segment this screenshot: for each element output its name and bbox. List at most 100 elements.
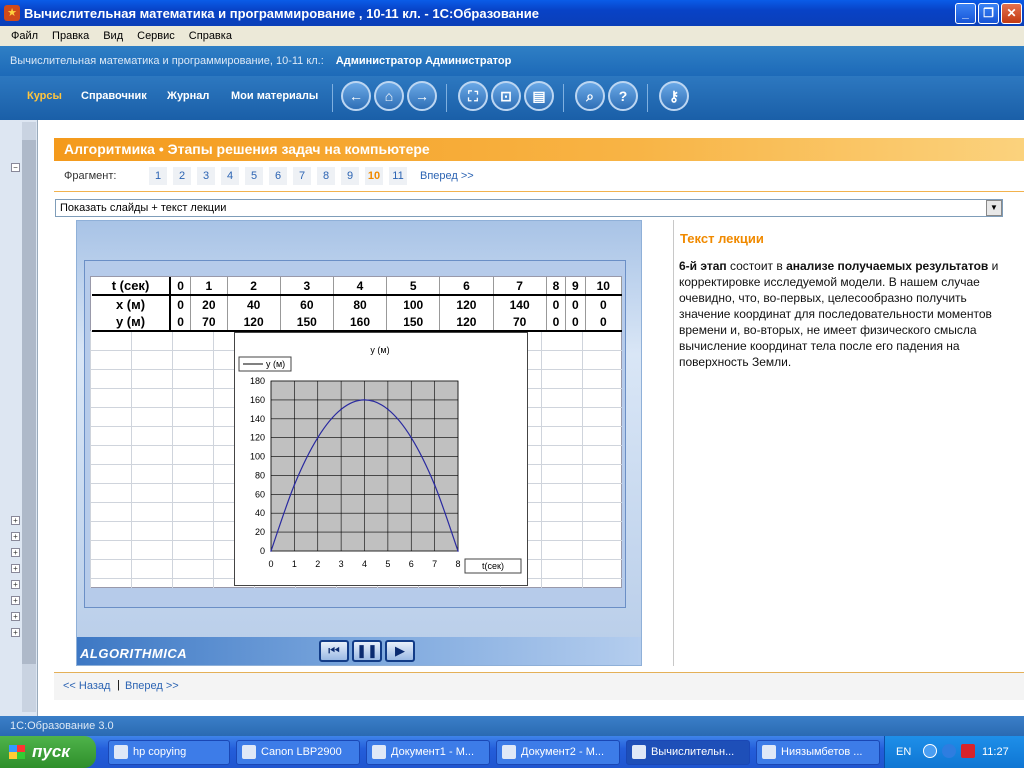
fragment-link-8[interactable]: 8 [317,167,335,185]
table-cell: 0 [170,295,192,313]
prev-link[interactable]: << Назад [63,680,110,692]
legend-label: y (м) [266,359,285,369]
tree-expand-icon[interactable]: + [11,532,20,541]
fragment-link-10[interactable]: 10 [365,167,383,185]
view-mode-select[interactable]: Показать слайды + текст лекции [55,199,1003,217]
menu-bar: Файл Правка Вид Сервис Справка [0,26,1024,46]
status-bar: 1С:Образование 3.0 [0,716,1024,736]
print-icon[interactable]: ▤ [524,81,554,111]
minimize-button[interactable]: _ [955,3,976,24]
x-tick-label: 6 [409,559,414,569]
home-icon[interactable]: ⌂ [374,81,404,111]
y-tick-label: 40 [255,508,265,518]
line-chart: y (м) y (м) 0 1 2 3 4 5 6 7 80204060801001201401… [238,345,522,574]
skip-back-icon[interactable]: ⏮ [319,640,349,662]
forward-arrow-icon[interactable]: → [407,81,437,111]
windows-flag-icon [9,745,25,759]
menu-edit[interactable]: Правка [45,30,96,42]
tree-expand-icon[interactable]: + [11,548,20,557]
key-icon[interactable]: ⚷ [659,81,689,111]
maximize-button[interactable]: ❐ [978,3,999,24]
x-tick-label: 5 [385,559,390,569]
presentation-icon[interactable]: ⊡ [491,81,521,111]
menu-view[interactable]: Вид [96,30,130,42]
play-icon[interactable]: ▶ [385,640,415,662]
scrollbar-thumb[interactable] [22,140,36,664]
fragment-link-4[interactable]: 4 [221,167,239,185]
table-cell: 2 [227,277,281,296]
clock: 11:27 [982,746,1009,758]
menu-file[interactable]: Файл [4,30,45,42]
fragment-label: Фрагмент: [64,170,117,182]
tree-expand-icon[interactable]: + [11,628,20,637]
y-tick-label: 0 [260,546,265,556]
window-title: Вычислительная математика и программиров… [24,5,539,21]
close-button[interactable]: ✕ [1001,3,1022,24]
fragment-link-1[interactable]: 1 [149,167,167,185]
y-tick-label: 180 [250,376,265,386]
table-cell: 0 [170,277,192,296]
tree-expand-icon[interactable]: + [11,564,20,573]
tree-collapse-icon[interactable]: − [11,163,20,172]
menu-help[interactable]: Справка [182,30,239,42]
lecture-span: состоит в [726,259,787,273]
network-icon[interactable] [942,744,956,758]
table-cell: 80 [333,295,388,313]
nav-journal[interactable]: Журнал [167,90,209,102]
fragment-link-2[interactable]: 2 [173,167,191,185]
tree-expand-icon[interactable]: + [11,580,20,589]
tree-expand-icon[interactable]: + [11,516,20,525]
table-cell: 0 [565,295,586,313]
help-icon[interactable]: ? [608,81,638,111]
table-cell: 70 [190,313,228,332]
lecture-text: 6-й этап состоит в анализе получаемых ре… [679,258,1009,370]
fragment-link-3[interactable]: 3 [197,167,215,185]
table-cell: 160 [333,313,388,332]
window-title-bar: Вычислительная математика и программиров… [0,0,1024,26]
fragment-link-5[interactable]: 5 [245,167,263,185]
app-icon [632,745,646,759]
fullscreen-icon[interactable]: ⛶ [458,81,488,111]
tray-expand-icon[interactable] [923,744,937,758]
antivirus-icon[interactable] [961,744,975,758]
pause-icon[interactable]: ❚❚ [352,640,382,662]
fragment-forward-link[interactable]: Вперед >> [420,170,474,182]
x-tick-label: 2 [315,559,320,569]
app-icon [502,745,516,759]
nav-materials[interactable]: Мои материалы [231,90,318,102]
lecture-strong: анализе получаемых результатов [786,259,989,273]
tree-expand-icon[interactable]: + [11,596,20,605]
table-cell: 0 [565,313,586,332]
nav-separator: | [117,679,120,691]
language-indicator[interactable]: EN [896,746,911,758]
data-point [410,436,413,439]
table-cell: 4 [333,277,388,296]
fragment-link-7[interactable]: 7 [293,167,311,185]
lecture-span: и корректировке исследуемой модели. В на… [679,259,999,369]
back-arrow-icon[interactable]: ← [341,81,371,111]
fragment-link-11[interactable]: 11 [389,167,407,185]
algorithmica-logo: ALGORITHMICA [80,646,188,661]
next-link[interactable]: Вперед >> [125,680,179,692]
fragment-link-9[interactable]: 9 [341,167,359,185]
table-cell: 8 [546,277,567,296]
search-icon[interactable]: ⌕ [575,81,605,111]
tree-expand-icon[interactable]: + [11,612,20,621]
table-cell: 0 [546,313,567,332]
app-icon [114,745,128,759]
lecture-strong: 6-й этап [679,259,727,273]
toolbar-separator [446,84,447,112]
column-divider [673,220,674,666]
y-tick-label: 140 [250,414,265,424]
divider [54,191,1024,192]
app-icon[interactable]: ★ [4,5,20,21]
row-header: t (сек) [92,277,171,296]
row-header: y (м) [92,313,171,332]
table-cell: 10 [585,277,623,296]
menu-service[interactable]: Сервис [130,30,182,42]
fragment-link-6[interactable]: 6 [269,167,287,185]
nav-courses[interactable]: Курсы [27,90,62,102]
data-table: t (сек) 0 1 2 3 4 5 6 7 8 9 10 x (м) 0 20 40 60 80 100 120 1… [92,277,623,332]
chevron-down-icon[interactable]: ▼ [986,200,1002,216]
nav-reference[interactable]: Справочник [81,90,147,102]
